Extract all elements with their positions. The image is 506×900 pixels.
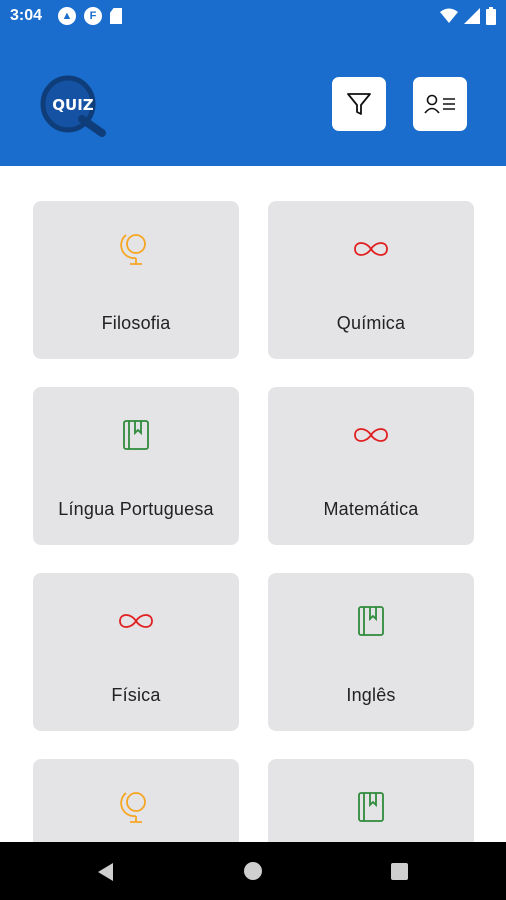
category-card-filosofia[interactable]: Filosofia bbox=[33, 201, 239, 359]
signal-icon bbox=[464, 8, 480, 24]
category-label: Matemática bbox=[323, 499, 419, 519]
navigation-bar bbox=[0, 842, 506, 900]
home-icon[interactable] bbox=[244, 862, 262, 880]
sd-card-icon bbox=[110, 8, 122, 24]
status-icons-right bbox=[440, 7, 496, 25]
back-icon[interactable] bbox=[97, 862, 115, 882]
globe-icon bbox=[120, 792, 146, 823]
category-card-ingles[interactable]: Inglês bbox=[268, 573, 474, 731]
status-time: 3:04 bbox=[10, 7, 43, 24]
infinity-icon bbox=[354, 428, 388, 442]
category-label: Química bbox=[336, 313, 406, 333]
book-icon bbox=[358, 792, 384, 822]
category-card-lingua-portuguesa[interactable]: Língua Portuguesa bbox=[33, 387, 239, 545]
profile-list-icon bbox=[424, 94, 455, 114]
wifi-icon bbox=[440, 8, 458, 23]
category-label: Física bbox=[111, 685, 161, 705]
logo-text: QUIZ bbox=[52, 96, 94, 114]
status-icons-left: ▲ F bbox=[58, 7, 122, 25]
category-card-quimica[interactable]: Química bbox=[268, 201, 474, 359]
recents-icon[interactable] bbox=[391, 863, 408, 880]
globe-icon bbox=[120, 234, 146, 265]
category-label: Inglês bbox=[346, 685, 396, 705]
category-card-fisica[interactable]: Física bbox=[33, 573, 239, 731]
filter-button[interactable] bbox=[332, 77, 386, 131]
category-card-matematica[interactable]: Matemática bbox=[268, 387, 474, 545]
category-label: Língua Portuguesa bbox=[58, 499, 214, 519]
profile-button[interactable] bbox=[413, 77, 467, 131]
category-grid: Filosofia Química Língua Portuguesa Mate… bbox=[0, 166, 506, 842]
app-bar: QUIZ bbox=[0, 33, 506, 166]
category-card[interactable] bbox=[33, 759, 239, 842]
filter-icon bbox=[347, 93, 371, 115]
a-icon: ▲ bbox=[58, 7, 76, 25]
category-label: Filosofia bbox=[101, 313, 171, 333]
book-icon bbox=[358, 606, 384, 636]
infinity-icon bbox=[119, 614, 153, 628]
status-bar: 3:04 ▲ F bbox=[0, 0, 506, 33]
battery-icon bbox=[486, 7, 496, 25]
quiz-logo: QUIZ bbox=[38, 73, 108, 137]
infinity-icon bbox=[354, 242, 388, 256]
category-card[interactable] bbox=[268, 759, 474, 842]
book-icon bbox=[123, 420, 149, 450]
f-icon: F bbox=[84, 7, 102, 25]
